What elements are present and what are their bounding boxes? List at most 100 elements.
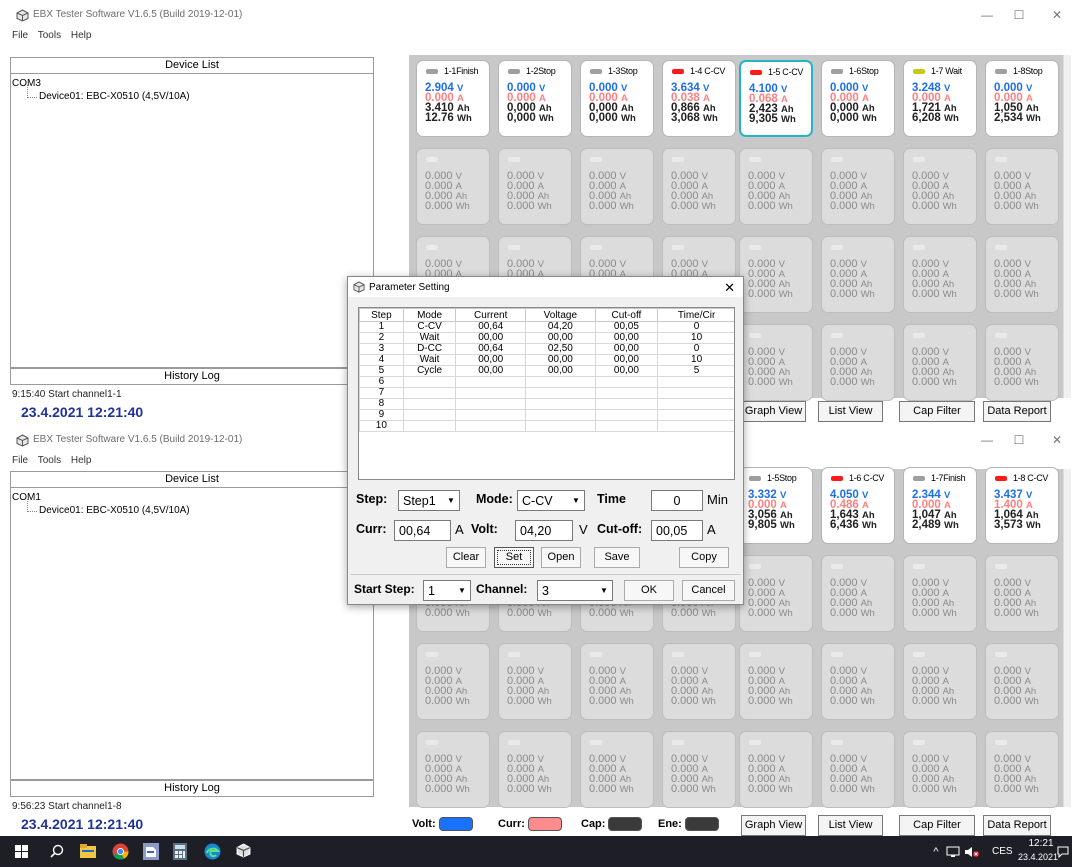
channel-cell[interactable]: 0.000 V0.000 A0.000 Ah0.000 Wh	[821, 148, 895, 225]
channel-cell[interactable]: 0.000 V0.000 A0.000 Ah0.000 Wh	[985, 643, 1059, 720]
channel-cell[interactable]: 1-5 C-CV 4.100 V 0.068 A 2,423 Ah 9,305 Wh	[739, 60, 813, 137]
list-view-button[interactable]: List View	[818, 815, 883, 836]
table-row[interactable]: 7	[359, 387, 734, 399]
dialog-close-icon[interactable]: ✕	[724, 280, 735, 296]
maximize-button[interactable]: ☐	[1004, 431, 1034, 449]
channel-cell[interactable]: 0.000 V0.000 A0.000 Ah0.000 Wh	[985, 555, 1059, 632]
channel-cell[interactable]: 0.000 V0.000 A0.000 Ah0.000 Wh	[903, 148, 977, 225]
open-button[interactable]: Open	[541, 547, 581, 568]
app-pinned-icon[interactable]	[143, 843, 159, 860]
channel-cell[interactable]: 1-7Finish 2.344 V 0.000 A 1,047 Ah 2,489 Wh	[903, 467, 977, 544]
minimize-button[interactable]: —	[972, 431, 1002, 449]
channel-cell[interactable]: 0.000 V0.000 A0.000 Ah0.000 Wh	[821, 236, 895, 313]
channel-cell[interactable]: 0.000 V0.000 A0.000 Ah0.000 Wh	[739, 148, 813, 225]
copy-button[interactable]: Copy	[679, 547, 729, 568]
table-row[interactable]: 4 Wait 00,00 00,00 00,00 10	[359, 354, 734, 366]
channel-cell[interactable]: 0.000 V0.000 A0.000 Ah0.000 Wh	[498, 148, 572, 225]
current-input[interactable]: 00,64	[394, 520, 451, 541]
tree-device[interactable]: Device01: EBC-X0510 (4,5V/10A)	[27, 85, 190, 102]
channel-cell[interactable]: 0.000 V0.000 A0.000 Ah0.000 Wh	[739, 643, 813, 720]
channel-cell[interactable]: 0.000 V0.000 A0.000 Ah0.000 Wh	[985, 324, 1059, 401]
time-input[interactable]: 0	[651, 490, 703, 511]
menu-help[interactable]: Help	[71, 455, 92, 466]
data-report-button[interactable]: Data Report	[983, 815, 1051, 836]
table-row[interactable]: 10	[359, 420, 734, 432]
channel-cell[interactable]: 0.000 V0.000 A0.000 Ah0.000 Wh	[903, 643, 977, 720]
channel-cell[interactable]: 0.000 V0.000 A0.000 Ah0.000 Wh	[498, 643, 572, 720]
tree-device[interactable]: Device01: EBC-X0510 (4,5V/10A)	[27, 499, 190, 516]
network-icon[interactable]	[946, 846, 960, 858]
channel-cell[interactable]: 0.000 V0.000 A0.000 Ah0.000 Wh	[821, 324, 895, 401]
channel-cell[interactable]: 0.000 V0.000 A0.000 Ah0.000 Wh	[821, 555, 895, 632]
menu-file[interactable]: File	[12, 455, 28, 466]
channel-cell[interactable]: 0.000 V0.000 A0.000 Ah0.000 Wh	[903, 236, 977, 313]
channel-cell[interactable]: 0.000 V0.000 A0.000 Ah0.000 Wh	[416, 731, 490, 808]
file-explorer-icon[interactable]	[80, 844, 96, 858]
voltage-input[interactable]: 04,20	[515, 520, 573, 541]
channel-cell[interactable]: 0.000 V0.000 A0.000 Ah0.000 Wh	[580, 643, 654, 720]
close-button[interactable]: ✕	[1042, 6, 1072, 24]
clear-button[interactable]: Clear	[446, 547, 486, 568]
channel-cell[interactable]: 1-8Stop 0.000 V 0.000 A 1,050 Ah 2,534 Wh	[985, 60, 1059, 137]
cutoff-input[interactable]: 00,05	[651, 520, 703, 541]
legend-curr-swatch[interactable]	[527, 817, 562, 831]
table-row[interactable]: 5 Cycle 00,00 00,00 00,00 5	[359, 365, 734, 377]
channel-cell[interactable]: 0.000 V0.000 A0.000 Ah0.000 Wh	[498, 731, 572, 808]
graph-view-button[interactable]: Graph View	[741, 401, 806, 422]
channel-cell[interactable]: 1-4 C-CV 3.634 V 0.038 A 0,866 Ah 3,068 Wh	[662, 60, 736, 137]
legend-ene-swatch[interactable]	[684, 817, 719, 831]
chevron-up-icon[interactable]: ^	[928, 844, 944, 860]
menu-tools[interactable]: Tools	[38, 30, 61, 41]
volume-muted-icon[interactable]	[964, 845, 980, 859]
maximize-button[interactable]: ☐	[1004, 6, 1034, 24]
list-view-button[interactable]: List View	[818, 401, 883, 422]
channel-cell[interactable]: 0.000 V0.000 A0.000 Ah0.000 Wh	[739, 731, 813, 808]
close-button[interactable]: ✕	[1042, 431, 1072, 449]
taskbar-time[interactable]: 12:21	[1026, 838, 1056, 849]
channel-select[interactable]: 3 ▼	[537, 580, 613, 601]
channel-cell[interactable]: 0.000 V0.000 A0.000 Ah0.000 Wh	[903, 731, 977, 808]
calculator-icon[interactable]	[173, 843, 187, 860]
set-button[interactable]: Set	[494, 547, 534, 568]
graph-view-button[interactable]: Graph View	[741, 815, 806, 836]
ebx-tester-taskbar-icon[interactable]	[236, 843, 251, 858]
edge-icon[interactable]	[204, 843, 221, 860]
channel-cell[interactable]: 0.000 V0.000 A0.000 Ah0.000 Wh	[662, 731, 736, 808]
channel-cell[interactable]: 0.000 V0.000 A0.000 Ah0.000 Wh	[985, 731, 1059, 808]
menu-help[interactable]: Help	[71, 30, 92, 41]
channel-cell[interactable]: 1-6 C-CV 4.050 V 0.486 A 1,643 Ah 6,436 Wh	[821, 467, 895, 544]
cap-filter-button[interactable]: Cap Filter	[899, 401, 975, 422]
taskbar-date[interactable]: 23.4.2021	[1018, 852, 1058, 862]
legend-cap-swatch[interactable]	[608, 817, 643, 831]
channel-cell[interactable]: 0.000 V0.000 A0.000 Ah0.000 Wh	[580, 148, 654, 225]
table-row[interactable]: 8	[359, 398, 734, 410]
table-row[interactable]: 1 C-CV 00,64 04,20 00,05 0	[359, 321, 734, 333]
channel-cell[interactable]: 1-7 Wait 3.248 V 0.000 A 1,721 Ah 6,208 Wh	[903, 60, 977, 137]
table-row[interactable]: 6	[359, 376, 734, 388]
channel-cell[interactable]: 1-8 C-CV 3.437 V 1.400 A 1,064 Ah 3,573 Wh	[985, 467, 1059, 544]
data-report-button[interactable]: Data Report	[983, 401, 1051, 422]
channel-cell[interactable]: 1-5Stop 3.332 V 0.000 A 3,056 Ah 9,805 Wh	[739, 467, 813, 544]
channel-cell[interactable]: 0.000 V0.000 A0.000 Ah0.000 Wh	[739, 555, 813, 632]
channel-cell[interactable]: 1-6Stop 0.000 V 0.000 A 0,000 Ah 0,000 Wh	[821, 60, 895, 137]
start-step-select[interactable]: 1 ▼	[423, 580, 471, 601]
channel-cell[interactable]: 0.000 V0.000 A0.000 Ah0.000 Wh	[580, 731, 654, 808]
legend-volt-swatch[interactable]	[438, 817, 473, 831]
channel-cell[interactable]: 0.000 V0.000 A0.000 Ah0.000 Wh	[739, 236, 813, 313]
grid-scrollbar[interactable]	[1063, 55, 1071, 398]
save-button[interactable]: Save	[594, 547, 640, 568]
table-row[interactable]: 3 D-CC 00,64 02,50 00,00 0	[359, 343, 734, 355]
step-table[interactable]: Step Mode Current Voltage Cut-off Time/Cir 1C…	[358, 307, 735, 480]
channel-cell[interactable]: 0.000 V0.000 A0.000 Ah0.000 Wh	[662, 643, 736, 720]
channel-cell[interactable]: 0.000 V0.000 A0.000 Ah0.000 Wh	[739, 324, 813, 401]
table-row[interactable]: 2 Wait 00,00 00,00 00,00 10	[359, 332, 734, 344]
cancel-button[interactable]: Cancel	[682, 580, 735, 601]
channel-cell[interactable]: 1-3Stop 0.000 V 0.000 A 0,000 Ah 0,000 Wh	[580, 60, 654, 137]
channel-cell[interactable]: 0.000 V0.000 A0.000 Ah0.000 Wh	[821, 643, 895, 720]
chrome-icon[interactable]	[112, 843, 129, 860]
input-language[interactable]: CES	[992, 846, 1013, 857]
mode-select[interactable]: C-CV ▼	[517, 490, 585, 511]
step-select[interactable]: Step1 ▼	[398, 490, 460, 511]
menu-tools[interactable]: Tools	[38, 455, 61, 466]
channel-cell[interactable]: 1-2Stop 0.000 V 0.000 A 0,000 Ah 0,000 Wh	[498, 60, 572, 137]
